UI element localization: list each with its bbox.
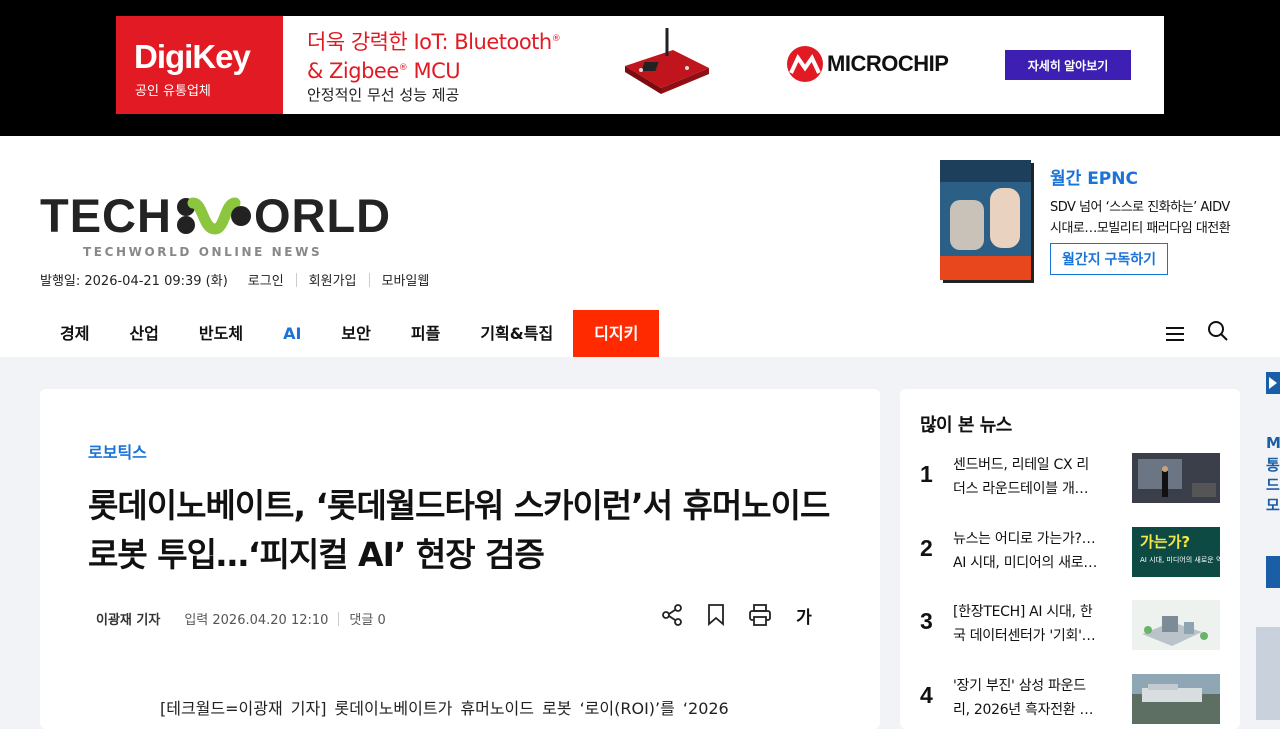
side-ad-text: 모 bbox=[1266, 496, 1280, 514]
nav-item-ai[interactable]: AI bbox=[263, 310, 321, 357]
bookmark-icon[interactable] bbox=[704, 603, 728, 627]
logo-tagline: TECHWORLD ONLINE NEWS bbox=[83, 245, 323, 259]
nav-item-features[interactable]: 기획&특집 bbox=[460, 310, 573, 357]
logo-text-left: TECH bbox=[40, 189, 172, 242]
mobile-link[interactable]: 모바일웹 bbox=[382, 270, 430, 289]
logo-text-right: ORLD bbox=[253, 189, 392, 242]
news-thumbnail-image: 가는가? AI 시대, 미디어의 새로운 역할 bbox=[1132, 527, 1220, 577]
microchip-logo-icon bbox=[787, 46, 823, 82]
article-author[interactable]: 이광재 기자 bbox=[96, 609, 160, 628]
site-header: TECH ORLD TECHWORLD ONLINE NEWS 발행일: 202… bbox=[0, 136, 1280, 357]
nav-item-digikey[interactable]: 디지키 bbox=[573, 310, 660, 357]
site-logo[interactable]: TECH ORLD TECHWORLD ONLINE NEWS bbox=[40, 188, 391, 259]
ad-description: 안정적인 무선 성능 제공 bbox=[307, 86, 460, 104]
subscribe-button[interactable]: 월간지 구독하기 bbox=[1050, 243, 1168, 275]
popular-item[interactable]: 3 [한장TECH] AI 시대, 한국 데이터센터가 '기회'… bbox=[920, 600, 1220, 650]
article-body: [테크월드=이광재 기자] 롯데이노베이트가 휴머노이드 로봇 ‘로이(ROI)… bbox=[160, 699, 729, 718]
popular-item[interactable]: 1 센드버드, 리테일 CX 리 더스 라운드테이블 개… bbox=[920, 453, 1220, 503]
article-comments[interactable]: 댓글 0 bbox=[349, 609, 385, 628]
nav-item-security[interactable]: 보안 bbox=[321, 310, 390, 357]
magazine-cover[interactable] bbox=[940, 160, 1031, 280]
signup-link[interactable]: 회원가입 bbox=[309, 270, 357, 289]
nav-item-economy[interactable]: 경제 bbox=[40, 310, 109, 357]
publish-date: 발행일: 2026-04-21 09:39 (화) bbox=[40, 274, 228, 289]
ad-banner[interactable]: DigiKey 공인 유통업체 더욱 강력한 IoT: Bluetooth® &… bbox=[116, 16, 1164, 114]
ad-cta-button[interactable]: 자세히 알아보기 bbox=[1005, 50, 1131, 80]
popular-item[interactable]: 4 '장기 부진' 삼성 파운드 리, 2026년 흑자전환 … bbox=[920, 674, 1220, 724]
nav-item-semiconductor[interactable]: 반도체 bbox=[179, 310, 263, 357]
nav-item-industry[interactable]: 산업 bbox=[109, 310, 178, 357]
article-category[interactable]: 로보틱스 bbox=[88, 439, 147, 463]
news-thumbnail-image bbox=[1132, 453, 1220, 503]
header-meta: 발행일: 2026-04-21 09:39 (화) 로그인 회원가입 모바일웹 bbox=[40, 270, 429, 289]
ad-headline: 더욱 강력한 IoT: Bluetooth® & Zigbee® MCU bbox=[307, 30, 561, 83]
article-date: 입력 2026.04.20 12:10 bbox=[184, 613, 329, 628]
rank-headline: 뉴스는 어디로 가는가?… AI 시대, 미디어의 새로… bbox=[953, 531, 1098, 571]
rank-headline: 센드버드, 리테일 CX 리 더스 라운드테이블 개… bbox=[953, 457, 1090, 497]
ad-brand-block: DigiKey 공인 유통업체 bbox=[116, 16, 283, 114]
ad-brand-logo: DigiKey bbox=[134, 38, 251, 75]
news-thumbnail-image bbox=[1132, 674, 1220, 724]
side-ad-text: 드 bbox=[1266, 476, 1280, 494]
font-size-button[interactable]: 가 bbox=[792, 603, 816, 628]
top-ad-bar: DigiKey 공인 유통업체 더욱 강력한 IoT: Bluetooth® &… bbox=[0, 0, 1280, 136]
rank-headline: [한장TECH] AI 시대, 한국 데이터센터가 '기회'… bbox=[953, 604, 1096, 644]
nav-item-people[interactable]: 피플 bbox=[391, 310, 460, 357]
rank-number: 2 bbox=[920, 535, 933, 561]
play-logo-icon bbox=[1266, 372, 1280, 394]
search-icon[interactable] bbox=[1207, 320, 1229, 342]
side-ad-text: M bbox=[1266, 434, 1280, 452]
popular-news-panel: 많이 본 뉴스 1 센드버드, 리테일 CX 리 더스 라운드테이블 개… 2 뉴… bbox=[900, 389, 1240, 729]
side-ad-text: 통 bbox=[1266, 456, 1280, 474]
magazine-headline-2[interactable]: 시대로…모빌리티 패러다임 대전환 bbox=[1050, 217, 1231, 236]
hamburger-icon[interactable] bbox=[1165, 324, 1185, 344]
rank-headline: '장기 부진' 삼성 파운드 리, 2026년 흑자전환 … bbox=[953, 678, 1094, 718]
article-card: 로보틱스 롯데이노베이트, ‘롯데월드타워 스카이런’서 휴머노이드 로봇 투입… bbox=[40, 389, 880, 729]
article-title: 롯데이노베이트, ‘롯데월드타워 스카이런’서 휴머노이드 로봇 투입…‘피지컬… bbox=[88, 486, 830, 574]
rank-number: 1 bbox=[920, 461, 933, 487]
print-icon[interactable] bbox=[748, 603, 772, 627]
logo-w-mark-icon bbox=[176, 197, 251, 235]
nav-icons bbox=[1165, 321, 1229, 344]
popular-item[interactable]: 2 뉴스는 어디로 가는가?… AI 시대, 미디어의 새로… 가는가? AI 시… bbox=[920, 527, 1220, 577]
rank-number: 4 bbox=[920, 682, 933, 708]
magazine-headline-1[interactable]: SDV 넘어 ‘스스로 진화하는’ AIDV bbox=[1050, 196, 1230, 215]
main-nav: 경제 산업 반도체 AI 보안 피플 기획&특집 디지키 bbox=[40, 310, 660, 357]
magazine-title[interactable]: 월간 EPNC bbox=[1050, 164, 1138, 189]
article-tools: 가 bbox=[660, 603, 816, 628]
news-thumbnail-image bbox=[1132, 600, 1220, 650]
ad-brand-sub: 공인 유통업체 bbox=[135, 84, 211, 99]
article-byline: 이광재 기자 입력 2026.04.20 12:10 댓글 0 bbox=[96, 609, 386, 628]
rank-number: 3 bbox=[920, 608, 933, 634]
ad-partner-name: MICROCHIP bbox=[827, 51, 949, 76]
share-icon[interactable] bbox=[660, 603, 684, 627]
popular-news-title: 많이 본 뉴스 bbox=[920, 415, 1012, 436]
circuit-board-image bbox=[625, 28, 709, 94]
login-link[interactable]: 로그인 bbox=[248, 270, 284, 289]
side-ad-peek[interactable]: M 통 드 모 bbox=[1256, 362, 1280, 720]
